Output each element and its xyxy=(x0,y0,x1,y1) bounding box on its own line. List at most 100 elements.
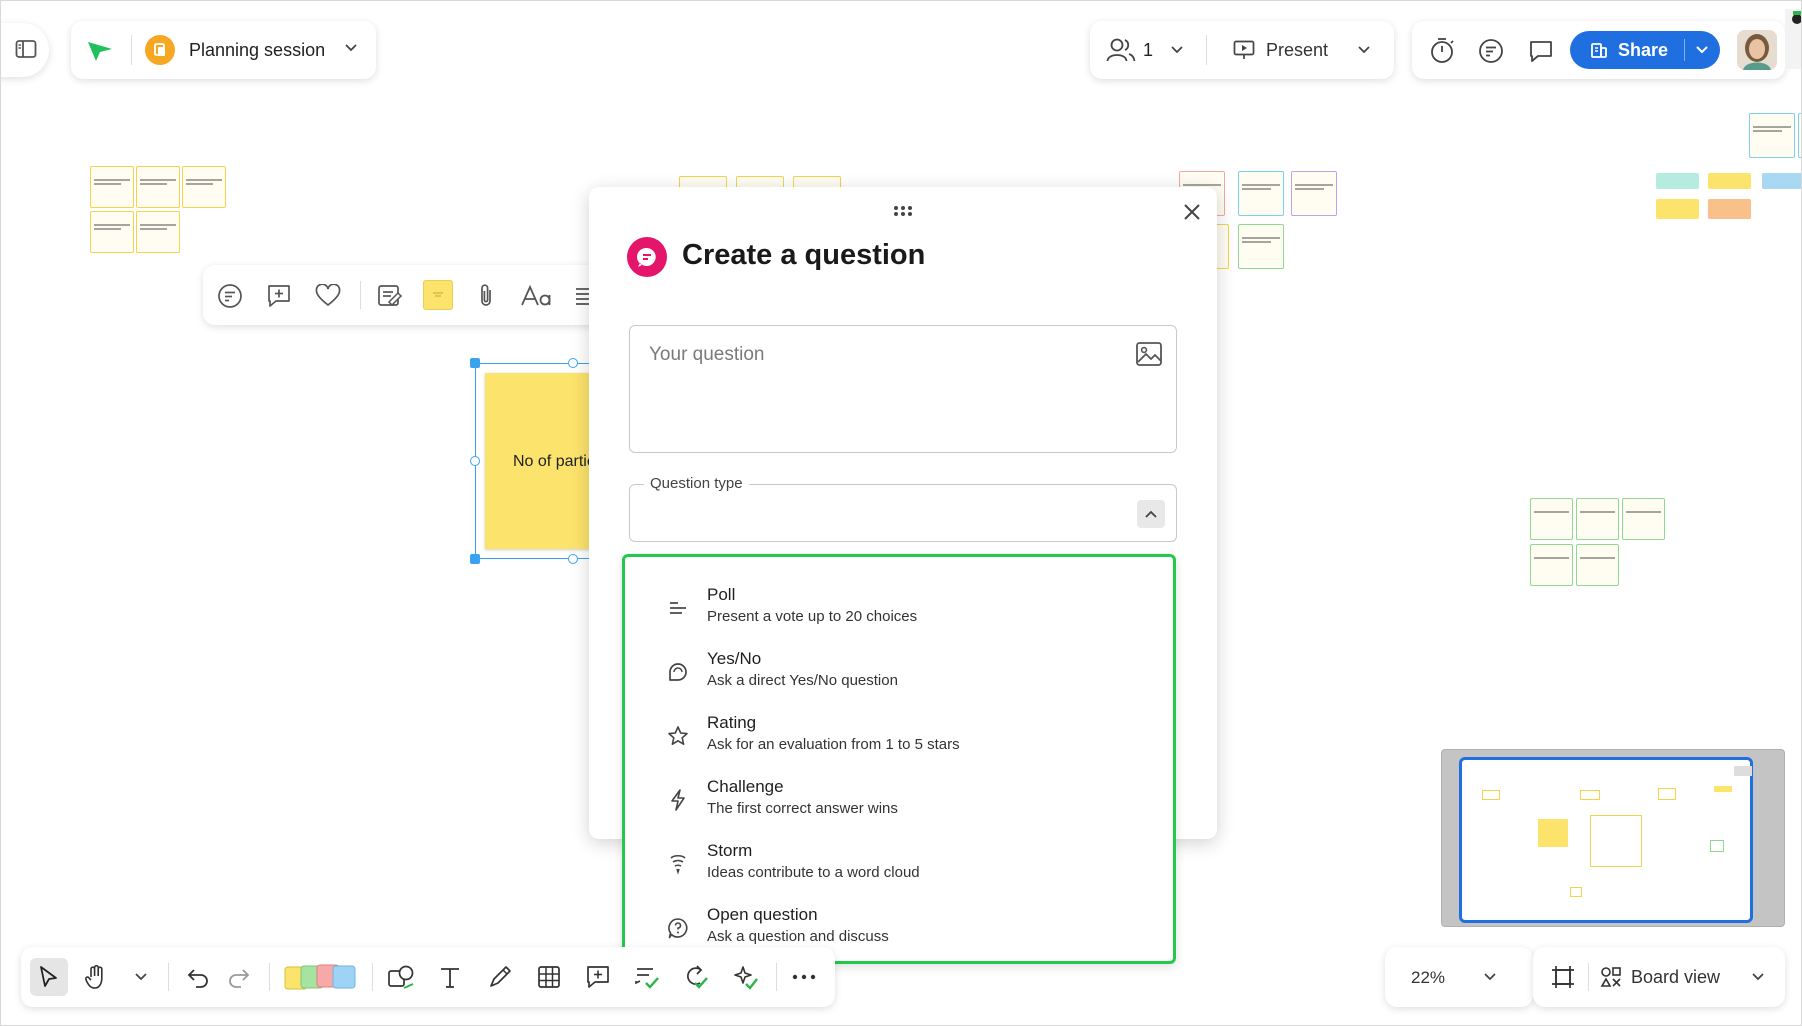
drag-handle-icon[interactable] xyxy=(893,205,913,217)
image-icon[interactable] xyxy=(1135,341,1163,367)
selection-handle[interactable] xyxy=(568,358,578,368)
sticky-note[interactable] xyxy=(1576,544,1619,586)
add-comment-icon[interactable] xyxy=(264,281,294,311)
text-format-icon[interactable] xyxy=(519,281,553,311)
minimap-sticky xyxy=(1714,786,1732,792)
selection-handle[interactable] xyxy=(470,358,480,368)
sticky-note[interactable] xyxy=(1798,113,1801,158)
table-tool-icon[interactable] xyxy=(534,962,564,992)
undo-icon[interactable] xyxy=(183,962,213,992)
more-icon[interactable] xyxy=(789,962,819,992)
option-title: Open question xyxy=(707,905,818,924)
sticky-note[interactable] xyxy=(1576,498,1619,540)
sticky-note[interactable] xyxy=(136,166,180,208)
sticky-note[interactable] xyxy=(1530,544,1573,586)
sticky-note[interactable] xyxy=(90,211,134,253)
sticky-note[interactable] xyxy=(90,166,134,208)
app-logo-icon[interactable] xyxy=(87,40,113,62)
comments-icon[interactable] xyxy=(1528,39,1554,64)
vote-tool-icon[interactable] xyxy=(681,962,711,992)
question-tool-icon[interactable] xyxy=(632,962,662,992)
option-challenge[interactable]: Challenge The first correct answer wins xyxy=(665,773,1153,829)
reactions-icon[interactable] xyxy=(1478,38,1504,64)
option-title: Storm xyxy=(707,841,753,860)
option-poll[interactable]: Poll Present a vote up to 20 choices xyxy=(665,581,1153,637)
participants-icon[interactable] xyxy=(1106,37,1136,63)
text-tool-icon[interactable] xyxy=(435,962,465,992)
main-toolbar xyxy=(21,947,835,1007)
sticky-note[interactable] xyxy=(1238,171,1284,216)
chevron-up-icon[interactable] xyxy=(1137,500,1165,528)
minimap[interactable] xyxy=(1441,749,1785,927)
sticky-note[interactable] xyxy=(136,211,180,253)
share-icon xyxy=(1590,41,1608,59)
minimap-frame xyxy=(1590,815,1642,867)
chevron-down-icon[interactable] xyxy=(344,43,358,53)
divider xyxy=(1206,35,1207,65)
ai-tool-icon[interactable] xyxy=(730,962,760,992)
chevron-down-icon[interactable] xyxy=(1170,45,1184,55)
sticky-note[interactable] xyxy=(1238,224,1284,269)
divider xyxy=(1588,963,1589,991)
selection-handle[interactable] xyxy=(470,456,480,466)
star-icon xyxy=(665,723,691,749)
sidebar-toggle-icon[interactable] xyxy=(15,39,37,59)
board-view-label[interactable]: Board view xyxy=(1631,967,1720,988)
select-tool-icon[interactable] xyxy=(30,958,68,996)
mini-sticky[interactable] xyxy=(1708,199,1751,219)
option-yes-no[interactable]: Yes/No Ask a direct Yes/No question xyxy=(665,645,1153,701)
board-canvas[interactable]: Planning session 1 Present Share No of p… xyxy=(0,0,1802,1026)
chevron-down-icon[interactable] xyxy=(1483,972,1497,982)
divider xyxy=(372,963,373,991)
zoom-level[interactable]: 22% xyxy=(1411,968,1445,988)
mini-sticky[interactable] xyxy=(1762,173,1801,189)
mini-sticky[interactable] xyxy=(1656,173,1699,189)
chevron-down-icon[interactable] xyxy=(1751,972,1765,982)
sticky-note[interactable] xyxy=(1530,498,1573,540)
sticky-color-swatch[interactable] xyxy=(423,280,453,310)
reactions-icon[interactable] xyxy=(215,281,245,311)
divider xyxy=(269,963,270,991)
close-icon[interactable] xyxy=(1183,203,1201,221)
present-button[interactable]: Present xyxy=(1266,40,1328,61)
selection-handle[interactable] xyxy=(470,554,480,564)
present-icon[interactable] xyxy=(1233,40,1255,60)
zoom-panel: 22% xyxy=(1385,947,1533,1007)
mini-sticky[interactable] xyxy=(1656,199,1699,219)
edit-note-icon[interactable] xyxy=(375,281,405,311)
timer-icon[interactable] xyxy=(1429,37,1455,64)
option-description: Present a vote up to 20 choices xyxy=(707,608,918,625)
sticky-note[interactable] xyxy=(182,166,226,208)
chevron-down-icon[interactable] xyxy=(133,970,149,984)
selection-handle[interactable] xyxy=(568,554,578,564)
shapes-tool-icon[interactable] xyxy=(385,962,417,992)
redo-icon[interactable] xyxy=(224,962,254,992)
hand-tool-icon[interactable] xyxy=(79,960,113,994)
frame-icon[interactable] xyxy=(1550,964,1576,990)
chevron-down-icon[interactable] xyxy=(1357,45,1371,55)
comment-tool-icon[interactable] xyxy=(583,962,613,992)
mini-sticky[interactable] xyxy=(1708,173,1751,189)
option-title: Poll xyxy=(707,585,736,604)
sticky-notes-tool-icon[interactable] xyxy=(283,961,357,993)
sticky-note[interactable] xyxy=(1622,498,1665,540)
share-chevron-down-icon[interactable] xyxy=(1695,45,1709,55)
sticky-note[interactable] xyxy=(1749,113,1795,158)
pen-tool-icon[interactable] xyxy=(485,962,515,992)
board-title[interactable]: Planning session xyxy=(189,40,325,61)
avatar[interactable] xyxy=(1737,30,1777,70)
minimap-sticky xyxy=(1734,766,1752,776)
storm-icon xyxy=(665,851,691,877)
attachment-icon[interactable] xyxy=(471,281,501,311)
share-button[interactable]: Share xyxy=(1570,31,1720,69)
divider xyxy=(168,963,169,991)
question-brand-icon xyxy=(627,237,667,277)
question-input[interactable]: Your question xyxy=(629,325,1177,453)
heart-icon[interactable] xyxy=(313,281,343,311)
option-storm[interactable]: Storm Ideas contribute to a word cloud xyxy=(665,837,1153,893)
sticky-note[interactable] xyxy=(1291,171,1337,216)
option-title: Challenge xyxy=(707,777,784,796)
question-type-select[interactable]: Question type xyxy=(629,475,1177,542)
option-rating[interactable]: Rating Ask for an evaluation from 1 to 5… xyxy=(665,709,1153,765)
minimap-viewport[interactable] xyxy=(1459,757,1753,923)
